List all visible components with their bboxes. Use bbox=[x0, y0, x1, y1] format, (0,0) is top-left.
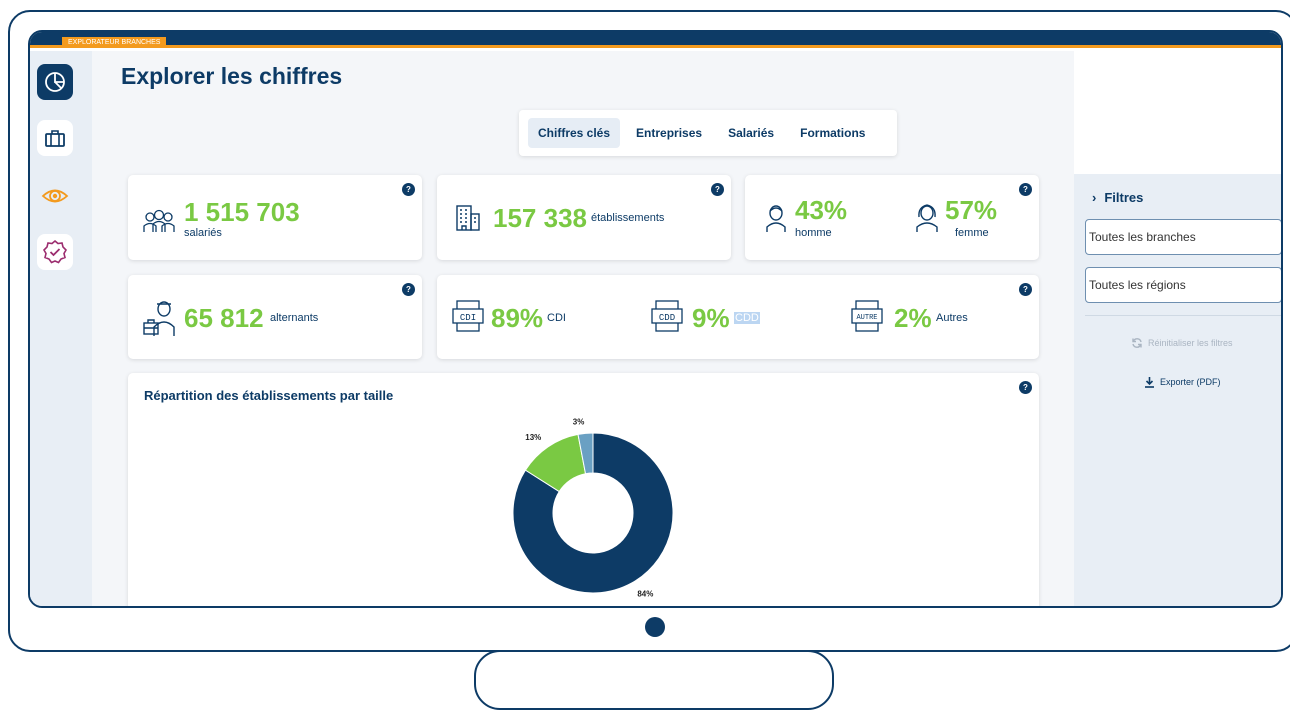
chart-card: ? Répartition des établissements par tai… bbox=[128, 373, 1039, 606]
monitor-power-dot bbox=[645, 617, 665, 637]
apprentice-icon bbox=[143, 301, 175, 336]
cdd-value: 9% bbox=[692, 303, 730, 333]
stat-card-etablissements: ? 157 338 établissements bbox=[437, 175, 731, 260]
export-pdf-button[interactable]: Exporter (PDF) bbox=[1144, 376, 1221, 388]
autres-value: 2% bbox=[894, 303, 932, 333]
femme-value: 57% bbox=[945, 195, 998, 225]
tab-entreprises[interactable]: Entreprises bbox=[626, 118, 712, 148]
filters-divider bbox=[1085, 315, 1281, 316]
main-content: Explorer les chiffres Chiffres clés Entr… bbox=[92, 51, 1074, 606]
filters-title: Filtres bbox=[1104, 190, 1144, 205]
sidebar-item-observatoire[interactable] bbox=[37, 178, 73, 214]
tab-bar: Chiffres clés Entreprises Salariés Forma… bbox=[519, 110, 897, 156]
help-icon[interactable]: ? bbox=[1019, 381, 1032, 394]
stat-card-genre: ? 43% homme 57% femme bbox=[745, 175, 1039, 260]
woman-icon bbox=[916, 204, 938, 232]
man-icon bbox=[766, 205, 786, 232]
filters-panel: › Filtres Toutes les branches Toutes les … bbox=[1074, 174, 1281, 606]
sidebar-item-certification[interactable] bbox=[37, 234, 73, 270]
autre-icon-text: AUTRE bbox=[856, 314, 877, 322]
homme-value: 43% bbox=[795, 195, 848, 225]
cdi-label: CDI bbox=[547, 312, 566, 324]
chevron-right-icon: › bbox=[1092, 190, 1097, 205]
femme-label: femme bbox=[955, 227, 989, 239]
app-screen: EXPLORATEUR BRANCHES Explorer les chiffr… bbox=[28, 30, 1283, 608]
monitor-stand bbox=[474, 650, 834, 710]
donut-label-1: 13% bbox=[525, 433, 541, 442]
stat-card-alternants: ? 65 812 alternants bbox=[128, 275, 422, 359]
briefcase-icon bbox=[45, 130, 65, 147]
people-group-icon bbox=[143, 209, 175, 232]
export-pdf-label: Exporter (PDF) bbox=[1160, 377, 1221, 387]
alternants-value: 65 812 bbox=[184, 303, 264, 333]
tab-formations[interactable]: Formations bbox=[790, 118, 875, 148]
chart-title: Répartition des établissements par taill… bbox=[144, 388, 394, 403]
help-icon[interactable]: ? bbox=[402, 183, 415, 196]
etablissements-value: 157 338 bbox=[493, 203, 587, 233]
donut-label-0: 84% bbox=[637, 590, 653, 599]
refresh-icon bbox=[1132, 338, 1142, 348]
pie-chart-icon bbox=[45, 72, 65, 92]
alternants-label: alternants bbox=[270, 312, 319, 324]
sidebar-item-charts[interactable] bbox=[37, 64, 73, 100]
homme-label: homme bbox=[795, 227, 832, 239]
salaries-value: 1 515 703 bbox=[184, 197, 300, 227]
building-icon bbox=[456, 205, 480, 231]
top-bar: EXPLORATEUR BRANCHES bbox=[30, 32, 1281, 48]
tab-chiffres-cles[interactable]: Chiffres clés bbox=[528, 118, 621, 148]
help-icon[interactable]: ? bbox=[711, 183, 724, 196]
eye-icon bbox=[41, 189, 69, 203]
etablissements-label: établissements bbox=[591, 212, 665, 224]
donut-chart: 84% 13% 3% bbox=[512, 417, 674, 599]
sidebar-item-entreprises[interactable] bbox=[37, 120, 73, 156]
cdi-icon-text: CDI bbox=[460, 313, 476, 323]
cdi-contract-icon: CDI bbox=[452, 300, 484, 332]
stat-card-salaries: ? 1 515 703 salariés bbox=[128, 175, 422, 260]
reset-filters-label: Réinitialiser les filtres bbox=[1148, 338, 1233, 348]
cdd-icon-text: CDD bbox=[659, 313, 675, 323]
help-icon[interactable]: ? bbox=[402, 283, 415, 296]
cdd-label: CDD bbox=[734, 312, 760, 324]
autres-label: Autres bbox=[936, 312, 968, 324]
help-icon[interactable]: ? bbox=[1019, 183, 1032, 196]
tab-salaries[interactable]: Salariés bbox=[718, 118, 784, 148]
sidebar bbox=[30, 51, 92, 606]
download-icon bbox=[1145, 377, 1154, 388]
salaries-label: salariés bbox=[184, 227, 222, 239]
page-title: Explorer les chiffres bbox=[121, 63, 343, 89]
help-icon[interactable]: ? bbox=[1019, 283, 1032, 296]
filters-toggle[interactable]: › Filtres bbox=[1092, 190, 1143, 205]
reset-filters-button[interactable]: Réinitialiser les filtres bbox=[1131, 337, 1233, 349]
app-tag: EXPLORATEUR BRANCHES bbox=[62, 37, 167, 48]
cdd-contract-icon: CDD bbox=[651, 300, 683, 332]
branches-select[interactable]: Toutes les branches bbox=[1085, 219, 1281, 255]
stat-card-contrats: ? CDI 89% CDI CDD 9% CDD AUTRE 2% Autres bbox=[437, 275, 1039, 359]
donut-label-2: 3% bbox=[573, 417, 585, 426]
cdi-value: 89% bbox=[491, 303, 544, 333]
badge-check-icon bbox=[43, 239, 67, 264]
regions-select[interactable]: Toutes les régions bbox=[1085, 267, 1281, 303]
autre-contract-icon: AUTRE bbox=[851, 300, 883, 332]
